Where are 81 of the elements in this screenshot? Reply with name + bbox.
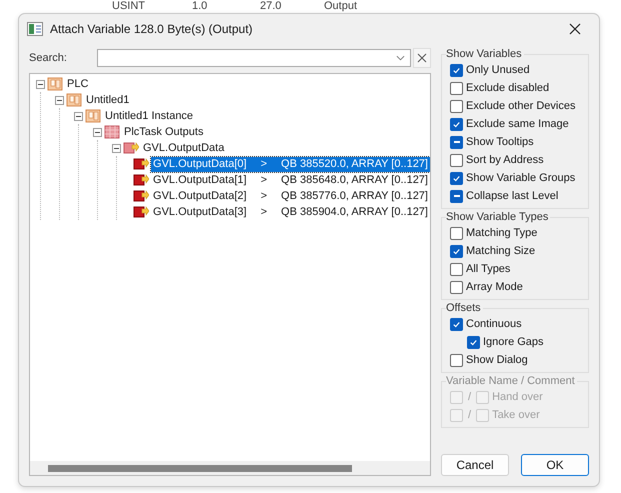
checkbox[interactable] [450, 244, 463, 258]
option-label: Show Tooltips [466, 136, 534, 148]
option-label: Exclude other Devices [466, 100, 576, 112]
option-label: Collapse last Level [466, 190, 558, 202]
checkbox[interactable] [450, 136, 463, 148]
checkbox[interactable] [450, 262, 463, 276]
checkbox[interactable] [450, 354, 463, 366]
background-text: 1.0 [192, 0, 208, 13]
option-label: Ignore Gaps [483, 336, 544, 348]
checkbox[interactable] [450, 118, 463, 130]
checkmark-icon [452, 120, 461, 128]
group-title: Show Variables [446, 48, 523, 60]
checkbox[interactable] [467, 336, 480, 348]
checkmark-icon [452, 246, 461, 256]
option-label: Exclude disabled [466, 82, 550, 94]
controller-icon [47, 76, 63, 92]
tree-item[interactable]: GVL.OutputData[0] > QB 385520.0, ARRAY [0..127] [151, 156, 430, 172]
collapse-icon[interactable] [55, 96, 64, 104]
checkbox[interactable] [450, 100, 463, 112]
background-text: 27.0 [260, 0, 282, 13]
group-title: Variable Name / Comment [446, 375, 576, 387]
checkbox[interactable] [450, 226, 463, 240]
slash-separator: / [467, 391, 472, 403]
collapse-icon[interactable] [74, 112, 83, 120]
option-label: Show Dialog [466, 354, 528, 366]
search-label: Search: [29, 52, 68, 64]
checkbox[interactable] [450, 318, 463, 330]
controller-icon [66, 92, 82, 108]
dialog-button[interactable]: Cancel [441, 454, 509, 476]
collapse-icon[interactable] [36, 80, 45, 88]
tree-item[interactable]: GVL.OutputData[3] > QB 385904.0, ARRAY [0..127] [151, 204, 430, 220]
option-label: Matching Size [466, 245, 536, 257]
tree-item[interactable]: Untitled1 Instance [103, 108, 196, 124]
clear-button[interactable] [413, 48, 431, 68]
option-label: Sort by Address [466, 154, 544, 166]
variable-icon [133, 156, 150, 172]
option-label: Take over [492, 409, 540, 421]
scrollbar-thumb[interactable] [48, 464, 352, 472]
tree-item[interactable]: PLC [65, 76, 90, 92]
tree-item[interactable]: GVL.OutputData [141, 140, 226, 156]
checkmark-icon [452, 66, 461, 74]
group-title: Show Variable Types [446, 211, 550, 223]
group-title: Offsets [446, 302, 482, 314]
close-icon [569, 23, 581, 35]
option-label: Matching Type [466, 227, 538, 239]
variable-icon [133, 188, 150, 204]
checkbox[interactable] [450, 280, 463, 294]
background-text: Output [324, 0, 358, 13]
controller-icon [85, 108, 101, 124]
variable-icon [133, 172, 150, 188]
variable-icon [133, 204, 150, 220]
variable-group-icon [123, 140, 139, 156]
checkbox[interactable] [450, 172, 463, 184]
clear-icon [417, 53, 427, 63]
tree-item[interactable]: PlcTask Outputs [122, 124, 206, 140]
option-label: Hand over [492, 391, 543, 403]
task-icon [104, 124, 120, 140]
option-label: Only Unused [466, 64, 530, 76]
checkbox[interactable] [450, 154, 463, 166]
background-text: USINT [112, 0, 146, 13]
collapse-icon[interactable] [112, 144, 121, 152]
dialog-button[interactable]: OK [521, 454, 589, 476]
checkbox[interactable] [450, 82, 463, 94]
checkbox[interactable] [450, 64, 463, 76]
option-label: All Types [466, 263, 510, 275]
slash-separator: / [467, 409, 472, 421]
option-label: Show Variable Groups [466, 172, 576, 184]
option-label: Array Mode [466, 281, 523, 293]
checkbox[interactable] [450, 190, 463, 202]
tree-item[interactable]: GVL.OutputData[2] > QB 385776.0, ARRAY [0..127] [151, 188, 430, 204]
option-label: Exclude same Image [466, 118, 569, 130]
tree-item[interactable]: GVL.OutputData[1] > QB 385648.0, ARRAY [0..127] [151, 172, 430, 188]
window-icon [27, 22, 43, 36]
window-title: Attach Variable 128.0 Byte(s) (Output) [50, 22, 254, 36]
tree-item[interactable]: Untitled1 [84, 92, 132, 108]
checkmark-icon [452, 174, 461, 182]
horizontal-scrollbar[interactable] [30, 461, 430, 475]
option-label: Continuous [466, 318, 522, 330]
collapse-icon[interactable] [93, 128, 102, 136]
search-field[interactable] [97, 49, 411, 67]
dropdown-caret-icon [396, 55, 405, 61]
